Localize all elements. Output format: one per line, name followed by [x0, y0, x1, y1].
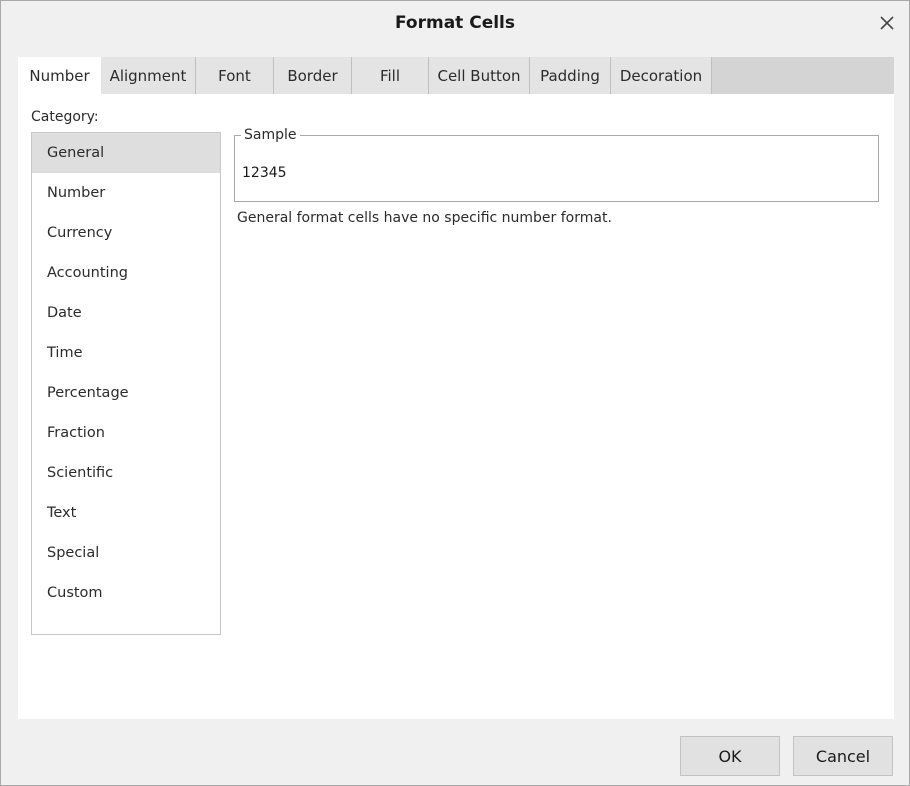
category-item-text[interactable]: Text — [32, 493, 220, 533]
sample-group: Sample 12345 — [234, 127, 879, 202]
tab-cell-button[interactable]: Cell Button — [429, 57, 530, 94]
cancel-button[interactable]: Cancel — [793, 736, 893, 776]
category-item-custom[interactable]: Custom — [32, 573, 220, 613]
close-icon — [880, 16, 894, 30]
category-item-general[interactable]: General — [32, 133, 220, 173]
title-bar: Format Cells — [1, 1, 909, 45]
tab-strip: Number Alignment Font Border Fill Cell B… — [18, 57, 894, 94]
category-item-scientific[interactable]: Scientific — [32, 453, 220, 493]
tab-decoration[interactable]: Decoration — [611, 57, 712, 94]
tab-border[interactable]: Border — [274, 57, 352, 94]
category-label: Category: — [31, 109, 99, 125]
category-item-percentage[interactable]: Percentage — [32, 373, 220, 413]
sample-legend: Sample — [241, 127, 300, 143]
ok-button[interactable]: OK — [680, 736, 780, 776]
tab-padding[interactable]: Padding — [530, 57, 611, 94]
category-item-currency[interactable]: Currency — [32, 213, 220, 253]
tab-alignment[interactable]: Alignment — [101, 57, 196, 94]
format-cells-dialog: Format Cells Number Alignment Font Borde… — [0, 0, 910, 786]
category-item-number[interactable]: Number — [32, 173, 220, 213]
category-item-date[interactable]: Date — [32, 293, 220, 333]
close-button[interactable] — [875, 11, 899, 35]
dialog-title: Format Cells — [395, 13, 515, 33]
category-list[interactable]: General Number Currency Accounting Date … — [31, 132, 221, 635]
category-item-fraction[interactable]: Fraction — [32, 413, 220, 453]
format-description: General format cells have no specific nu… — [237, 210, 612, 226]
number-tab-panel: Category: General Number Currency Accoun… — [18, 94, 894, 719]
category-item-special[interactable]: Special — [32, 533, 220, 573]
sample-value: 12345 — [242, 165, 287, 181]
tab-font[interactable]: Font — [196, 57, 274, 94]
tab-fill[interactable]: Fill — [352, 57, 429, 94]
tab-number[interactable]: Number — [18, 57, 101, 94]
category-item-time[interactable]: Time — [32, 333, 220, 373]
category-item-accounting[interactable]: Accounting — [32, 253, 220, 293]
